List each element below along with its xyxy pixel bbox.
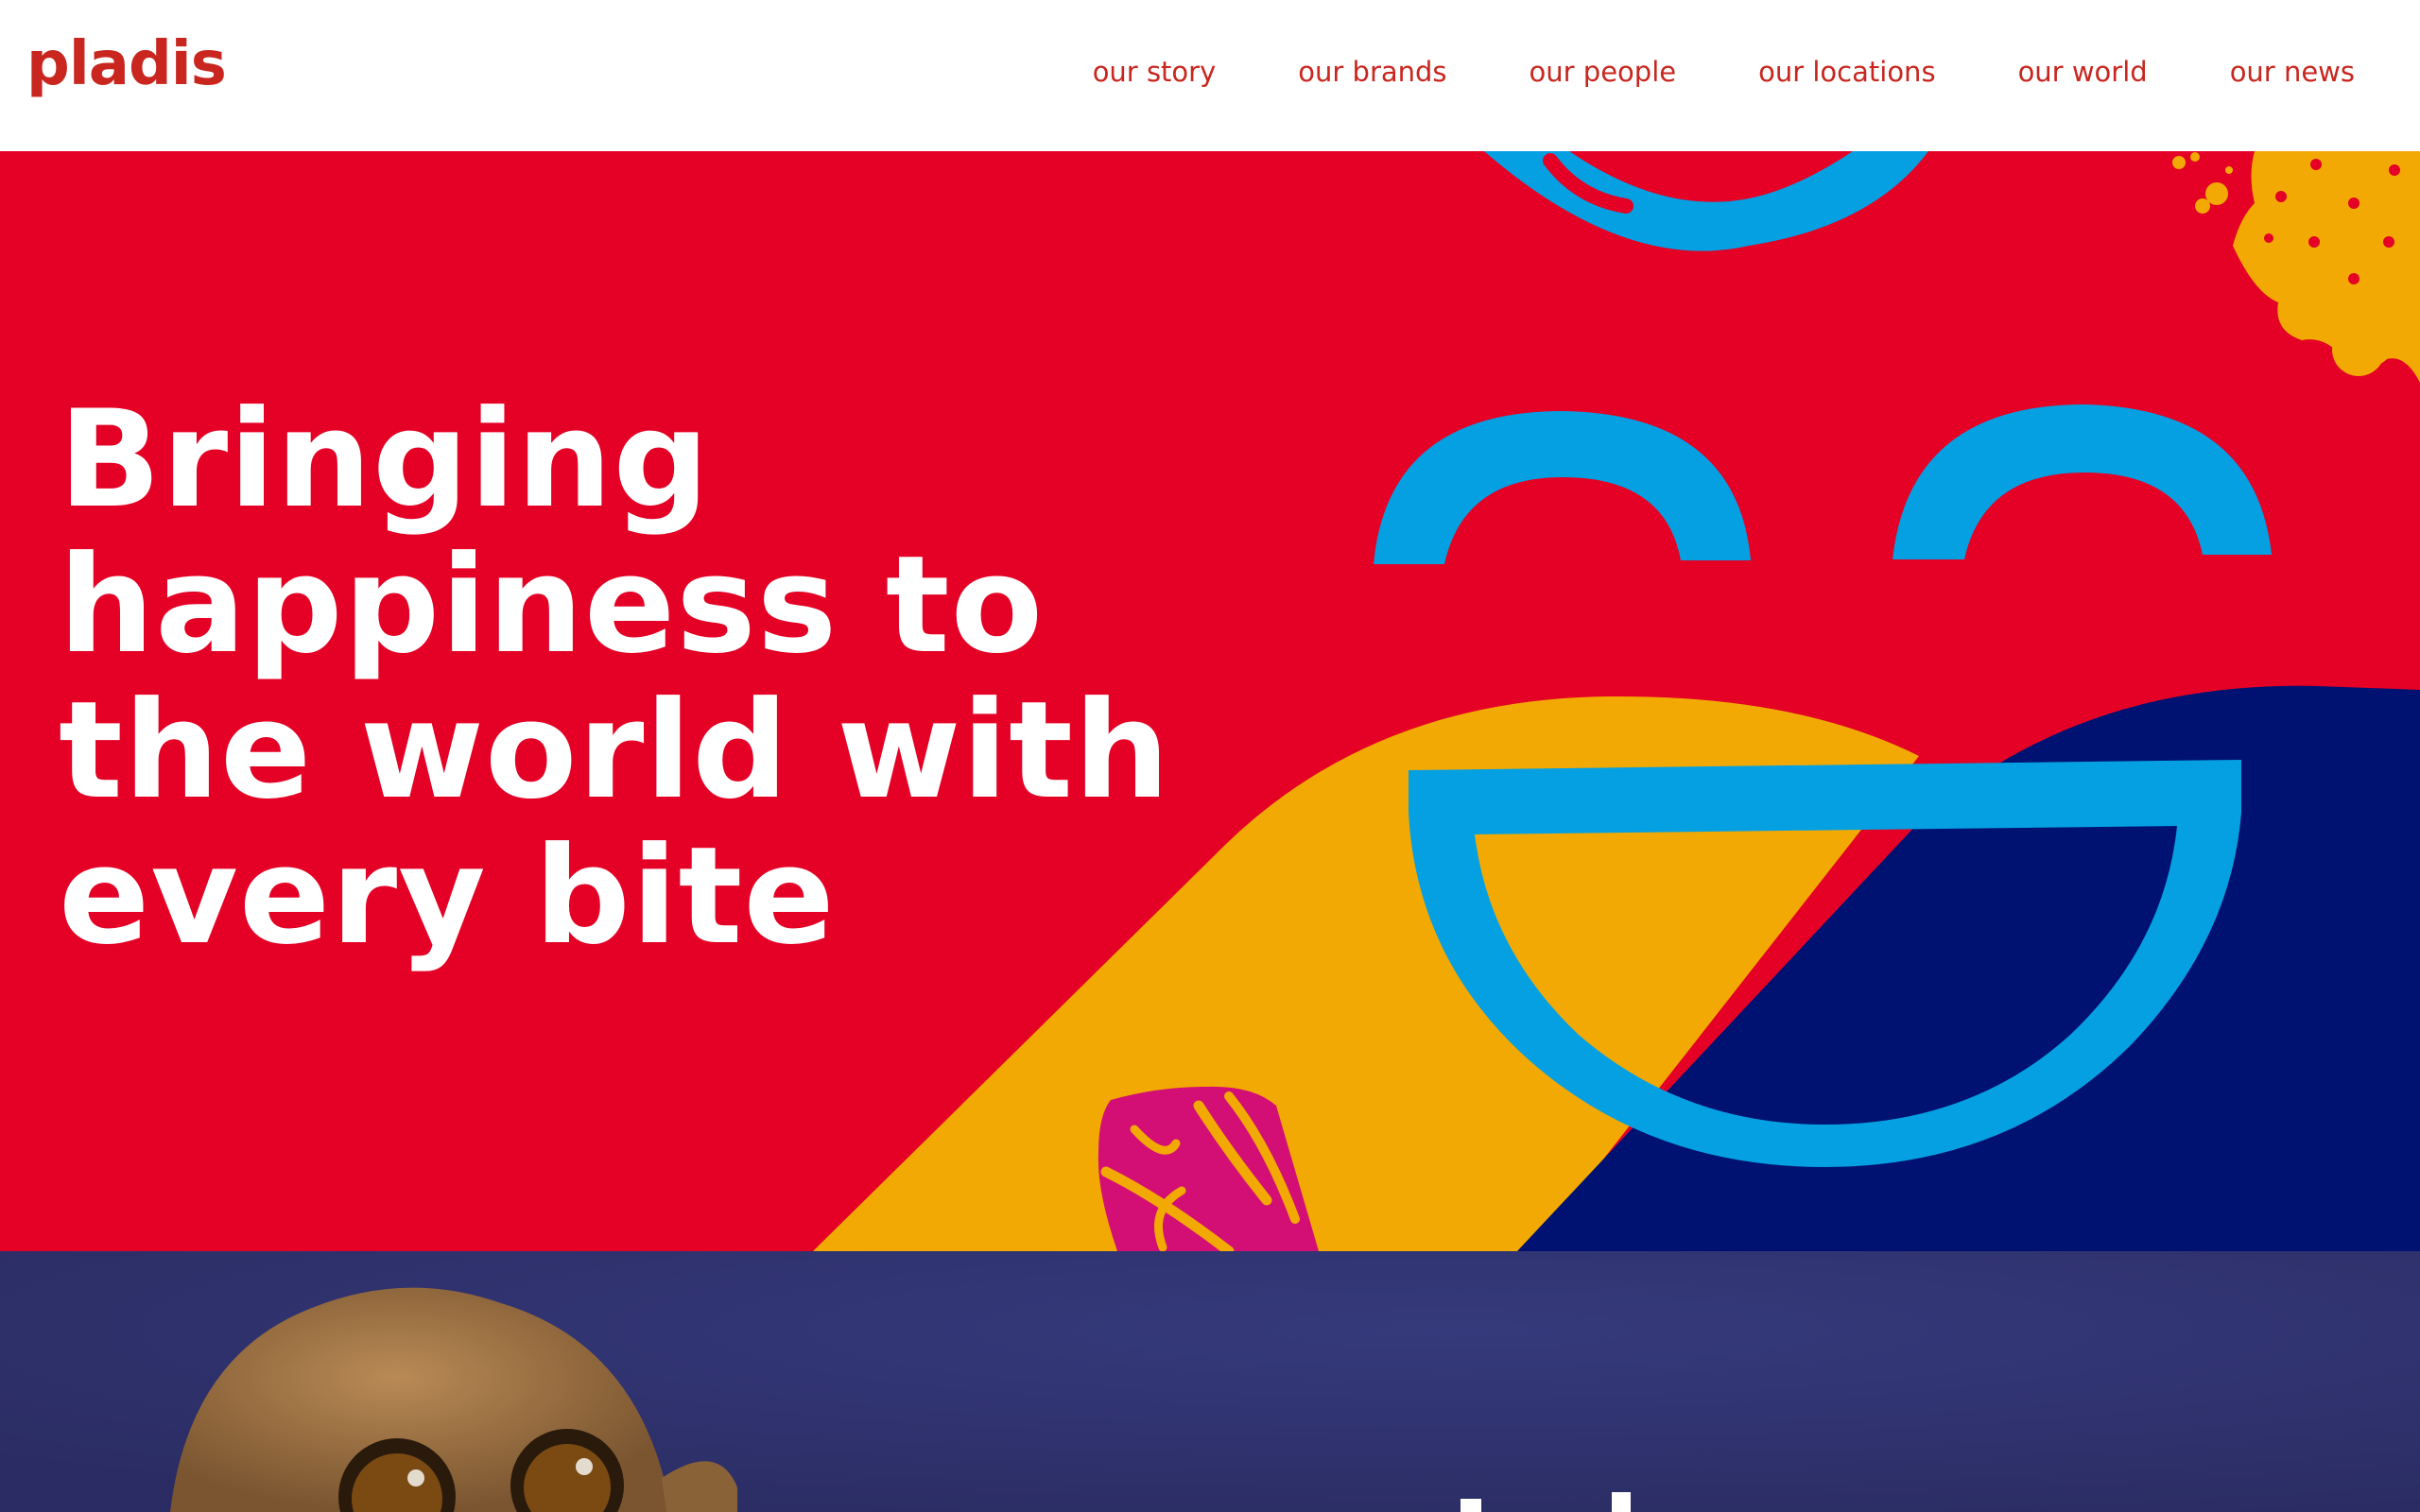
nav-item-our-world: our world [2018, 53, 2148, 91]
nav-item-our-people: our people [1530, 53, 1677, 91]
hero-section: Bringing happiness to the world with eve… [0, 151, 2420, 1251]
nav-item-our-brands: our brands [1298, 53, 1446, 91]
brand-video-section [0, 1251, 2420, 1512]
nav-link-our-locations[interactable]: our locations [1758, 53, 1935, 91]
nav-link-our-news[interactable]: our news [2230, 53, 2355, 91]
site-header: pladis our story our brands our people o… [0, 0, 2420, 151]
left-eye-shape [1374, 411, 1751, 564]
pladis-logo[interactable]: pladis [26, 34, 227, 94]
nav-link-our-brands[interactable]: our brands [1298, 53, 1446, 91]
monkey-mascot-image [0, 1251, 2420, 1512]
cookie-crumbs-shape [2172, 151, 2420, 383]
nav-link-our-world[interactable]: our world [2018, 53, 2148, 91]
nav-link-our-story[interactable]: our story [1093, 53, 1217, 91]
main-nav-list: our story our brands our people our loca… [1093, 53, 2355, 91]
hero-headline: Bringing happiness to the world with eve… [59, 382, 1171, 974]
nav-item-our-locations: our locations [1758, 53, 1935, 91]
nav-item-our-news: our news [2230, 53, 2355, 91]
right-eye-shape [1893, 404, 2272, 559]
nav-link-our-people[interactable]: our people [1530, 53, 1677, 91]
nav-item-our-story: our story [1093, 53, 1217, 91]
